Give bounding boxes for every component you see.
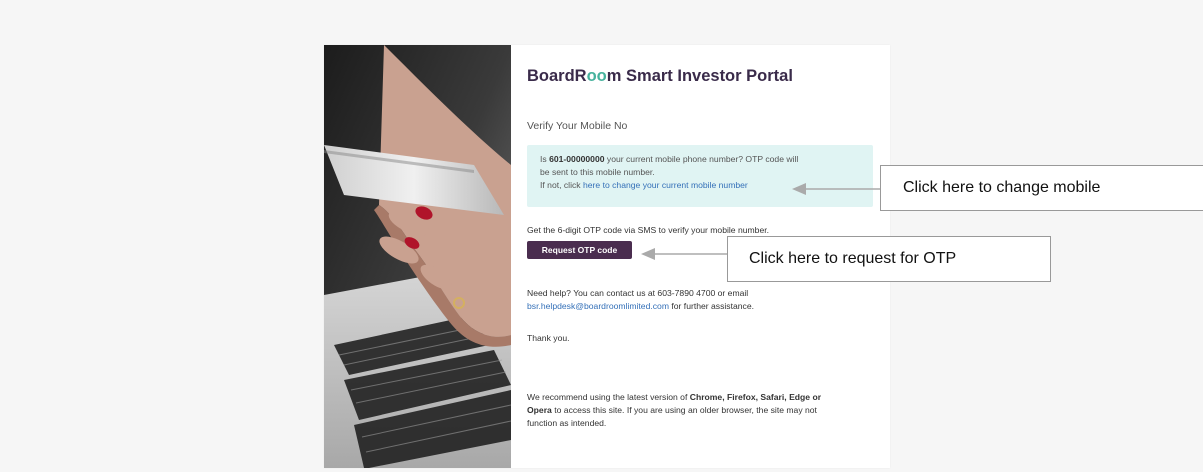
request-otp-button[interactable]: Request OTP code	[527, 241, 632, 259]
brand-accent: oo	[586, 67, 607, 85]
browser-note-l2-post: to access this site. If you are using an…	[551, 405, 817, 415]
change-mobile-link[interactable]: here to change your current mobile numbe…	[583, 180, 748, 190]
info-line3-pre: If not, click	[540, 180, 583, 190]
help-line-2: bsr.helpdesk@boardroomlimited.com for fu…	[527, 301, 754, 311]
otp-instruction: Get the 6-digit OTP code via SMS to veri…	[527, 225, 770, 235]
info-line-3: If not, click here to change your curren…	[540, 180, 748, 190]
change-mobile-callout: Click here to change mobile	[880, 165, 1203, 211]
info-line-1: Is 601-00000000 your current mobile phon…	[540, 154, 798, 164]
mobile-info-box: Is 601-00000000 your current mobile phon…	[527, 145, 873, 207]
portal-title: BoardRoom Smart Investor Portal	[527, 67, 793, 86]
info-line1-post: your current mobile phone number? OTP co…	[604, 154, 799, 164]
phone-number: 601-00000000	[549, 154, 605, 164]
thank-you-text: Thank you.	[527, 333, 570, 343]
browser-note-line-1: We recommend using the latest version of…	[527, 392, 821, 402]
help-line-1: Need help? You can contact us at 603-789…	[527, 288, 749, 298]
browser-note-line-2: Opera to access this site. If you are us…	[527, 405, 817, 415]
info-line1-pre: Is	[540, 154, 550, 164]
browser-note-l1-pre: We recommend using the latest version of	[527, 392, 690, 402]
request-otp-callout: Click here to request for OTP	[727, 236, 1051, 282]
brand-part2: m Smart Investor Portal	[606, 67, 793, 85]
browser-note-l2-bold: Opera	[527, 405, 552, 415]
info-line-2: be sent to this mobile number.	[540, 167, 655, 177]
page-subtitle: Verify Your Mobile No	[527, 120, 628, 132]
helpdesk-email-link[interactable]: bsr.helpdesk@boardroomlimited.com	[527, 301, 669, 311]
brand-part1: BoardR	[527, 67, 587, 85]
browser-note-l1-bold: Chrome, Firefox, Safari, Edge or	[689, 392, 822, 402]
hand-holding-phone-photo	[324, 45, 511, 468]
screenshot-canvas: BoardRoom Smart Investor Portal Verify Y…	[0, 0, 1203, 472]
help-line2-post: for further assistance.	[669, 301, 755, 311]
browser-note-line-3: function as intended.	[527, 418, 607, 428]
